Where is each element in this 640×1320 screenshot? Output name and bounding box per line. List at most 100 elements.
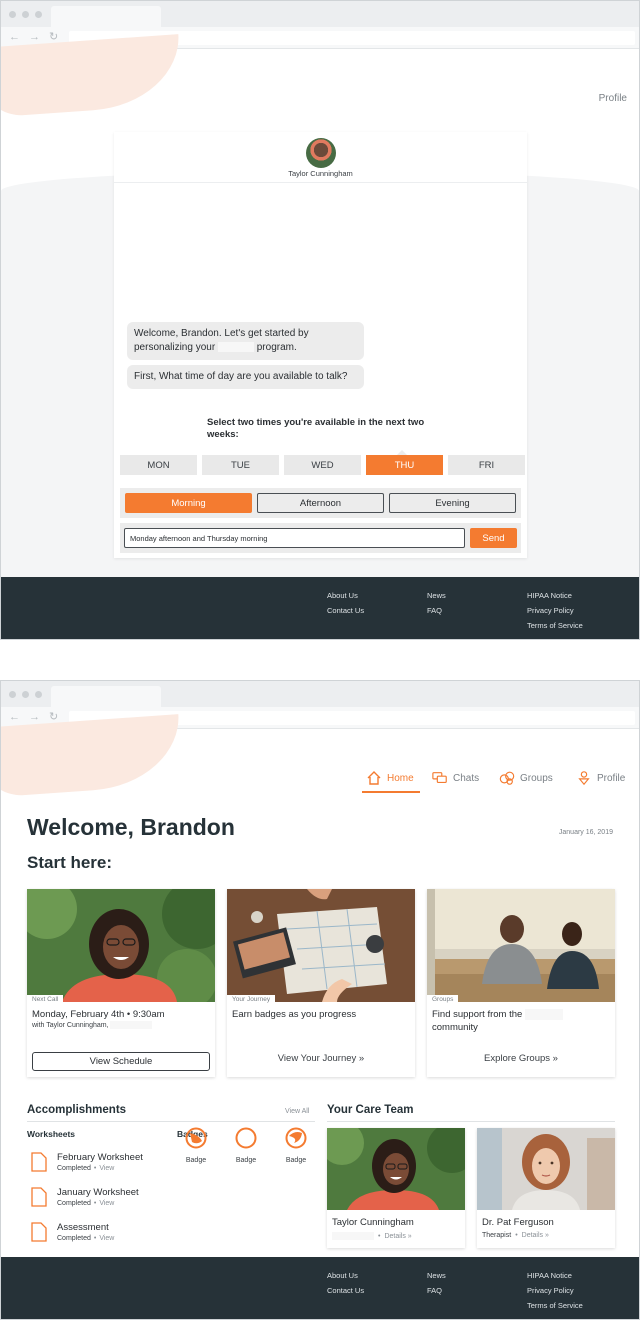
card-title: Earn badges as you progress [232,1009,357,1020]
nav-profile[interactable]: Profile [576,765,625,791]
separator: • [378,1232,381,1240]
footer-link-about[interactable]: About Us [327,588,364,603]
divider [27,1121,315,1122]
time-selector: Morning Afternoon Evening [120,488,521,518]
badge-label: Badge [235,1157,257,1164]
worksheet-status: Completed [57,1200,91,1207]
section-heading: Start here: [27,853,113,872]
next-call-card: Next Call Monday, February 4th • 9:30am … [27,889,215,1077]
window-dot[interactable] [22,691,29,698]
footer-column: News FAQ [427,588,446,618]
chat-header: Taylor Cunningham [114,132,527,183]
send-button[interactable]: Send [470,528,517,548]
time-button-afternoon[interactable]: Afternoon [257,493,384,513]
card-subtitle: with Taylor Cunningham, [32,1021,153,1029]
footer-link-privacy[interactable]: Privacy Policy [527,1283,583,1298]
browser-window-dashboard: ← → ↻ Home Chats Groups Profile Welcome,… [0,680,640,1320]
footer-column: HIPAA Notice Privacy Policy Terms of Ser… [527,1268,583,1313]
card-tag: Groups [427,995,459,1004]
footer: About Us Contact Us News FAQ HIPAA Notic… [1,577,639,639]
window-dot[interactable] [35,11,42,18]
footer-link-faq[interactable]: FAQ [427,603,446,618]
worksheet-name: February Worksheet [57,1152,143,1163]
document-icon [31,1152,47,1172]
footer-link-hipaa[interactable]: HIPAA Notice [527,1268,583,1283]
back-icon[interactable]: ← [9,710,20,724]
nav-label: Groups [520,772,553,784]
worksheet-meta: Completed • View [57,1200,114,1207]
footer-link-contact[interactable]: Contact Us [327,1283,364,1298]
explore-groups-link[interactable]: Explore Groups » [427,1053,615,1064]
footer-link-faq[interactable]: FAQ [427,1283,446,1298]
day-button-fri[interactable]: FRI [448,455,525,475]
worksheet-view-link[interactable]: View [99,1200,114,1207]
footer-link-news[interactable]: News [427,588,446,603]
forward-icon[interactable]: → [29,30,40,44]
separator: • [515,1232,518,1239]
care-team-card[interactable]: Taylor Cunningham • Details » [327,1128,465,1248]
footer-link-privacy[interactable]: Privacy Policy [527,603,583,618]
member-name: Dr. Pat Ferguson [482,1217,554,1228]
day-button-tue[interactable]: TUE [202,455,279,475]
footer-link-hipaa[interactable]: HIPAA Notice [527,588,583,603]
browser-tab[interactable] [51,6,161,27]
journey-card: Your Journey Earn badges as you progress… [227,889,415,1077]
current-date: January 16, 2019 [558,829,613,836]
worksheet-view-link[interactable]: View [99,1235,114,1242]
separator: • [93,1235,97,1242]
chats-icon [432,772,447,784]
home-icon [367,771,381,785]
document-icon [31,1222,47,1242]
back-icon[interactable]: ← [9,30,20,44]
time-button-morning[interactable]: Morning [125,493,252,513]
window-dot[interactable] [9,11,16,18]
accomplishments-heading: Accomplishments [27,1104,127,1116]
nav-groups[interactable]: Groups [499,765,553,791]
nav-chats[interactable]: Chats [432,765,479,791]
member-meta: Therapist • Details » [482,1232,549,1239]
chat-message: Welcome, Brandon. Let's get started by p… [127,322,364,360]
message-input[interactable] [124,528,465,548]
window-dot[interactable] [22,11,29,18]
page-title: Welcome, Brandon [27,814,235,840]
day-button-mon[interactable]: MON [120,455,197,475]
browser-tab[interactable] [51,686,161,707]
nav-label: Profile [597,772,626,784]
window-dot[interactable] [9,691,16,698]
footer-column: About Us Contact Us [327,588,364,618]
card-photo [27,889,215,1002]
footer-link-terms[interactable]: Terms of Service [527,618,583,633]
browser-window-chat: ← → ↻ Profile Taylor Cunningham Welcome,… [0,0,640,640]
card-tag: Next Call [27,995,64,1004]
groups-card: Groups Find support from the community E… [427,889,615,1077]
redacted-text [332,1232,374,1240]
forward-icon[interactable]: → [29,710,40,724]
nav-label: Home [387,772,414,784]
badge-item[interactable]: Badge [181,1127,211,1164]
member-details-link[interactable]: Details » [522,1232,549,1239]
card-tag: Your Journey [227,995,276,1004]
worksheet-view-link[interactable]: View [99,1165,114,1172]
profile-link[interactable]: Profile [599,93,627,104]
footer-link-terms[interactable]: Terms of Service [527,1298,583,1313]
footer-link-about[interactable]: About Us [327,1268,364,1283]
view-schedule-button[interactable]: View Schedule [32,1052,210,1071]
member-photo [477,1128,615,1210]
badge-item[interactable]: Badge [231,1127,261,1164]
view-all-link[interactable]: View All [285,1108,309,1115]
day-button-wed[interactable]: WED [284,455,361,475]
day-button-thu[interactable]: THU [366,455,443,475]
member-details-link[interactable]: Details » [384,1233,411,1240]
view-journey-link[interactable]: View Your Journey » [227,1053,415,1064]
redacted-text [524,1008,563,1020]
footer-link-news[interactable]: News [427,1268,446,1283]
card-title: Monday, February 4th • 9:30am [32,1009,165,1020]
time-button-evening[interactable]: Evening [389,493,516,513]
badge-item[interactable]: Badge [281,1127,311,1164]
badge-label: Badge [185,1157,207,1164]
care-team-card[interactable]: Dr. Pat Ferguson Therapist • Details » [477,1128,615,1248]
browser-tab-strip [1,1,639,27]
nav-home[interactable]: Home [366,765,414,791]
window-dot[interactable] [35,691,42,698]
footer-link-contact[interactable]: Contact Us [327,603,364,618]
